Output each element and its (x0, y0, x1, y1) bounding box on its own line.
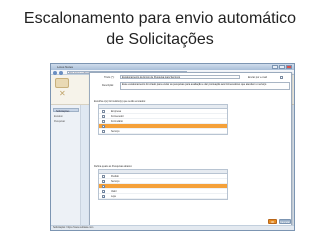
window-title: Lotus Notes (57, 65, 74, 69)
title-field-label: Título (*): (104, 76, 115, 79)
row-label: Loja (111, 195, 116, 198)
slide-title: Escalonamento para envio automático de S… (0, 8, 320, 50)
escalation-dialog: Título (*): Escalonamento de Envio de Pe… (89, 72, 292, 227)
list-item[interactable]: ✓ Loja (99, 194, 227, 199)
slide-title-line-2: de Solicitações (106, 31, 214, 48)
row-checkbox-checked[interactable]: ✓ (102, 195, 106, 199)
ok-button[interactable]: OK (268, 219, 277, 224)
description-field[interactable]: Esse escalonamento foi criado para envia… (120, 82, 290, 90)
row-label: Pedido (111, 175, 119, 178)
row-checkbox-checked[interactable]: ✓ (102, 185, 106, 189)
minimize-icon[interactable] (272, 65, 278, 69)
row-label: Serviço (111, 180, 120, 183)
row-checkbox-checked[interactable]: ✓ (102, 180, 106, 184)
row-checkbox-checked[interactable]: ✓ (102, 190, 106, 194)
row-label: Fornecedor (111, 115, 124, 118)
forms-listbox: Empresa Fornecedor Formulário ✓ Serviço (98, 104, 228, 135)
row-label: Valor (111, 190, 117, 193)
row-checkbox[interactable] (102, 130, 105, 133)
slide-title-line-1: Escalonamento para envio automático (23, 10, 297, 27)
sidebar-item-0[interactable]: Escalon (54, 115, 63, 118)
row-checkbox[interactable] (102, 110, 105, 113)
description-label: Descrição: (102, 84, 114, 87)
row-checkbox-checked[interactable]: ✓ (102, 125, 106, 129)
forward-icon[interactable] (59, 70, 63, 75)
app-window: Lotus Notes http://www.solitata.com/fim/… (50, 63, 295, 231)
row-label: Empresa (111, 110, 122, 113)
list-item[interactable]: Serviço (99, 129, 227, 134)
sidebar-tab-label: Solicitações (56, 110, 70, 113)
sidebar-tab[interactable]: Solicitações (53, 108, 79, 113)
sidebar: Solicitações Escalon Pesquisar (51, 105, 81, 230)
sidebar-item-1[interactable]: Pesquisar (54, 120, 65, 123)
back-icon[interactable] (53, 70, 57, 75)
app-logo (55, 78, 69, 88)
close-icon[interactable] (286, 65, 292, 69)
maximize-icon[interactable] (279, 65, 285, 69)
row-checkbox[interactable] (102, 175, 105, 178)
title-field[interactable]: Escalonamento de Envio de Pesquisa para … (120, 75, 240, 79)
email-checkbox[interactable] (280, 75, 283, 79)
cancel-button[interactable]: Cancelar (279, 219, 291, 224)
email-option-label: Enviar por e-mail (248, 76, 267, 79)
forms-section-label: Escolha o(s) formulário(s) que serão env… (94, 100, 146, 103)
surveys-listbox: Pedido ✓ Serviço ✓ ✓ Valor ✓ Loja (98, 169, 228, 200)
row-checkbox[interactable] (102, 115, 105, 118)
row-label: Formulário (111, 120, 123, 123)
window-controls (272, 65, 292, 69)
row-label: Serviço (111, 130, 120, 133)
logo-mark-icon: ✕ (59, 89, 66, 98)
surveys-section-label: Defina quais as Pesquisas abaixo: (94, 165, 133, 168)
row-checkbox[interactable] (102, 120, 105, 123)
status-bar: Solicitação: https://www.solitata.com (51, 225, 294, 230)
